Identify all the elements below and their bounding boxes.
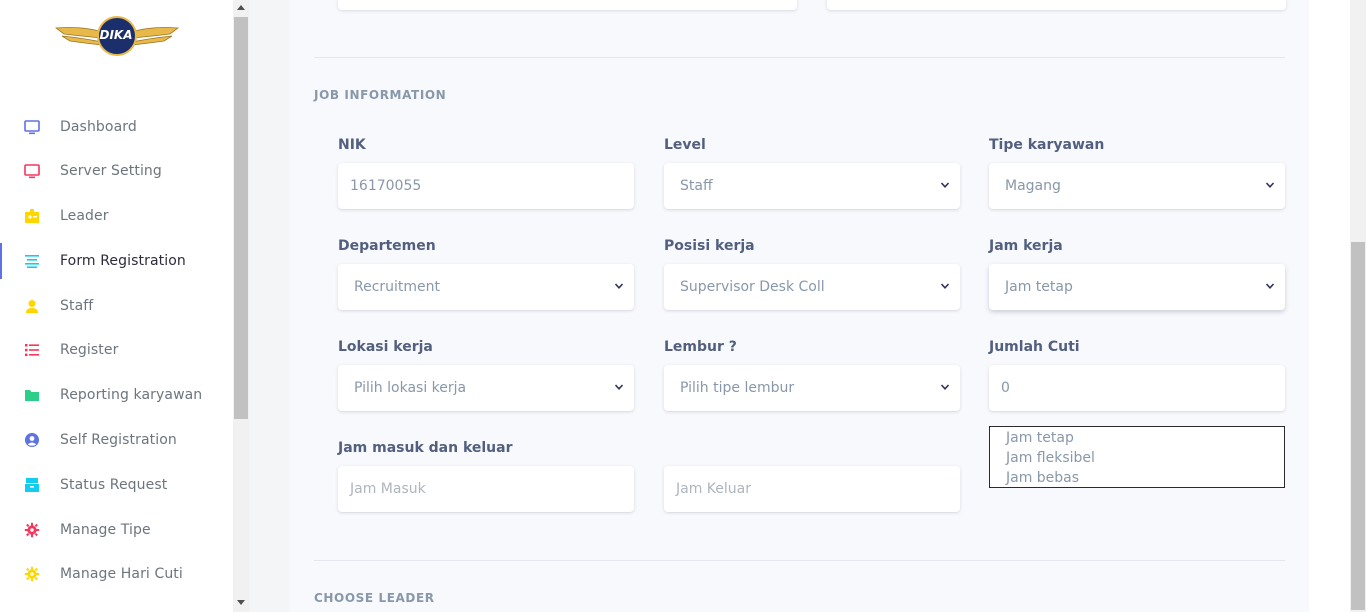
scroll-down-arrow-icon[interactable]	[237, 600, 245, 605]
page-scrollbar-thumb[interactable]	[1351, 242, 1365, 610]
lokasi-kerja-select[interactable]: Pilih lokasi kerja	[338, 365, 634, 411]
section-title-choose-leader: CHOOSE LEADER	[314, 591, 435, 605]
chevron-down-icon	[1265, 283, 1275, 289]
jumlah-cuti-value: 0	[1001, 380, 1010, 396]
level-select[interactable]: Staff	[664, 163, 960, 209]
sidebar-item-form-registration[interactable]: Form Registration	[0, 243, 233, 279]
level-value: Staff	[680, 178, 713, 194]
nik-label: NIK	[338, 137, 366, 153]
sidebar-scrollbar-thumb[interactable]	[234, 17, 248, 419]
jam-keluar-placeholder: Jam Keluar	[676, 481, 751, 497]
jam-keluar-input[interactable]: Jam Keluar	[664, 466, 960, 512]
user-circle-icon	[23, 432, 40, 449]
jam-kerja-value: Jam tetap	[1005, 279, 1073, 295]
previous-field-left[interactable]	[338, 0, 797, 10]
section-title-job-information: JOB INFORMATION	[314, 88, 447, 102]
archive-icon	[23, 477, 40, 494]
tipe-karyawan-value: Magang	[1005, 178, 1061, 194]
previous-field-right[interactable]	[827, 0, 1286, 10]
posisi-kerja-value: Supervisor Desk Coll	[680, 279, 825, 295]
sidebar-item-label: Form Registration	[60, 253, 186, 269]
lembur-value: Pilih tipe lembur	[680, 380, 795, 396]
sidebar-item-dashboard[interactable]: Dashboard	[0, 109, 233, 145]
sidebar-item-self-registration[interactable]: Self Registration	[0, 422, 233, 458]
sidebar-item-register[interactable]: Register	[0, 332, 233, 368]
user-icon	[23, 298, 40, 315]
sidebar-item-reporting-karyawan[interactable]: Reporting karyawan	[0, 377, 233, 413]
scroll-up-arrow-icon[interactable]	[237, 5, 245, 10]
sidebar-item-status-request[interactable]: Status Request	[0, 467, 233, 503]
chevron-down-icon	[940, 283, 950, 289]
sidebar-item-leader[interactable]: Leader	[0, 198, 233, 234]
posisi-kerja-select[interactable]: Supervisor Desk Coll	[664, 264, 960, 310]
jam-kerja-label: Jam kerja	[989, 238, 1063, 254]
sidebar-item-staff[interactable]: Staff	[0, 288, 233, 324]
chevron-down-icon	[1265, 182, 1275, 188]
badge-icon	[23, 208, 40, 225]
folder-icon	[23, 387, 40, 404]
list-icon	[23, 342, 40, 359]
gear-yellow-icon	[23, 566, 40, 583]
gear-icon	[23, 522, 40, 539]
jumlah-cuti-input[interactable]: 0	[989, 365, 1285, 411]
tipe-karyawan-select[interactable]: Magang	[989, 163, 1285, 209]
sidebar-item-label: Reporting karyawan	[60, 387, 203, 403]
chevron-down-icon	[614, 384, 624, 390]
align-left-icon	[23, 253, 40, 270]
jam-kerja-option[interactable]: Jam tetap	[990, 429, 1284, 449]
section-divider	[314, 57, 1285, 58]
jam-masuk-input[interactable]: Jam Masuk	[338, 466, 634, 512]
monitor-icon	[23, 119, 40, 136]
sidebar-item-label: Manage Tipe	[60, 522, 151, 538]
nik-value: 16170055	[350, 178, 422, 194]
content-gutter	[249, 0, 290, 612]
posisi-kerja-label: Posisi kerja	[664, 238, 755, 254]
sidebar-item-server-setting[interactable]: Server Setting	[0, 153, 233, 189]
jam-masuk-placeholder: Jam Masuk	[350, 481, 426, 497]
departemen-value: Recruitment	[354, 279, 441, 295]
lokasi-kerja-value: Pilih lokasi kerja	[354, 380, 467, 396]
sidebar-item-label: Dashboard	[60, 119, 137, 135]
chevron-down-icon	[940, 182, 950, 188]
departemen-label: Departemen	[338, 238, 436, 254]
lembur-label: Lembur ?	[664, 339, 737, 355]
jam-masuk-keluar-label: Jam masuk dan keluar	[338, 440, 513, 456]
sidebar-item-label: Staff	[60, 298, 94, 314]
chevron-down-icon	[614, 283, 624, 289]
lembur-select[interactable]: Pilih tipe lembur	[664, 365, 960, 411]
sidebar: DIKA Dashboard Server Setting Leader For…	[0, 0, 233, 612]
sidebar-item-label: Manage Hari Cuti	[60, 566, 183, 582]
jumlah-cuti-label: Jumlah Cuti	[989, 339, 1080, 355]
chevron-down-icon	[940, 384, 950, 390]
jam-kerja-select[interactable]: Jam tetap	[989, 264, 1285, 310]
tipe-karyawan-label: Tipe karyawan	[989, 137, 1105, 153]
sidebar-item-label: Self Registration	[60, 432, 177, 448]
nik-input[interactable]: 16170055	[338, 163, 634, 209]
lokasi-kerja-label: Lokasi kerja	[338, 339, 433, 355]
jam-kerja-dropdown-list[interactable]: Jam tetap Jam fleksibel Jam bebas	[989, 426, 1285, 488]
sidebar-item-label: Leader	[60, 208, 109, 224]
page-scrollbar[interactable]	[1350, 0, 1366, 612]
logo-text: DIKA	[99, 28, 133, 42]
level-label: Level	[664, 137, 706, 153]
sidebar-item-manage-tipe[interactable]: Manage Tipe	[0, 512, 233, 548]
sidebar-item-manage-hari-cuti[interactable]: Manage Hari Cuti	[0, 556, 233, 592]
sidebar-scrollbar[interactable]	[233, 0, 249, 612]
sidebar-item-label: Register	[60, 342, 119, 358]
departemen-select[interactable]: Recruitment	[338, 264, 634, 310]
sidebar-item-label: Server Setting	[60, 163, 162, 179]
section-divider	[314, 560, 1285, 561]
content-right-margin	[1309, 0, 1350, 612]
jam-kerja-option[interactable]: Jam fleksibel	[990, 449, 1284, 469]
jam-kerja-option[interactable]: Jam bebas	[990, 469, 1284, 489]
sidebar-item-label: Status Request	[60, 477, 168, 493]
monitor-red-icon	[23, 163, 40, 180]
